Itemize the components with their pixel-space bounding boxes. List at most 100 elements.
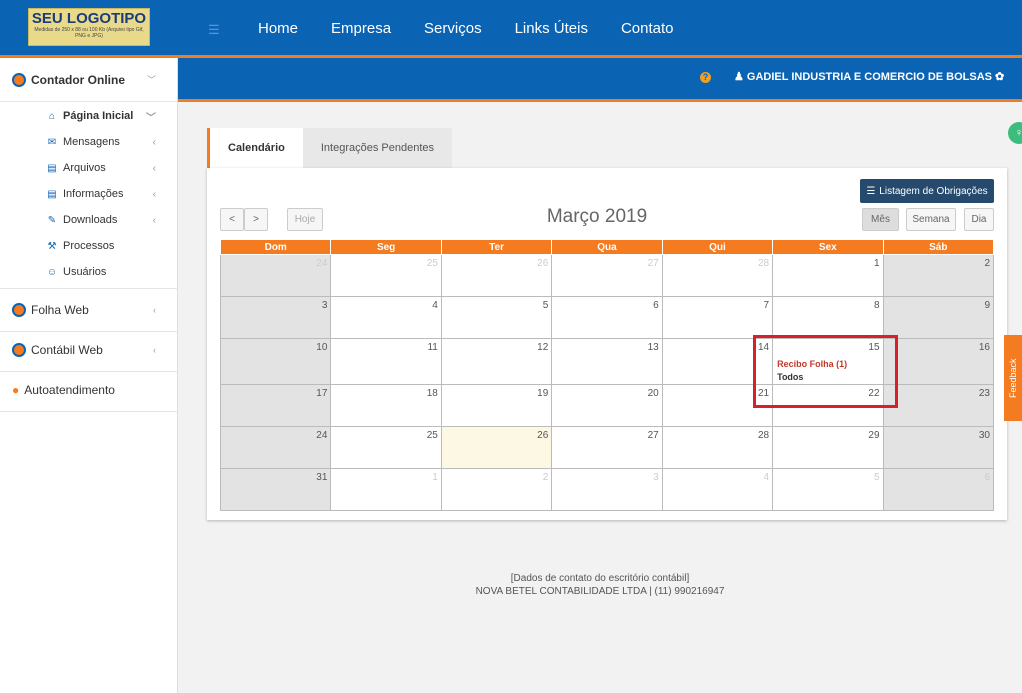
day-cell[interactable]: 30 (882, 426, 995, 469)
sidebar-item-contabil-web[interactable]: Contábil Web ‹ (0, 328, 178, 372)
day-cell[interactable]: 10 (219, 338, 332, 385)
user-menu[interactable]: ♟ GADIEL INDUSTRIA E COMERCIO DE BOLSAS … (734, 70, 1004, 83)
chevron-left-icon: ‹ (153, 344, 156, 355)
logo[interactable]: SEU LOGOTIPO Medidas de 250 x 88 ou 100 … (0, 0, 178, 58)
sidebar-item-informacoes[interactable]: ▤ Informações ‹ (0, 181, 178, 207)
view-week-button[interactable]: Semana (906, 208, 956, 231)
highlight-box (753, 335, 898, 408)
logo-placeholder: SEU LOGOTIPO Medidas de 250 x 88 ou 100 … (28, 8, 150, 46)
day-cell[interactable]: 3 (551, 468, 663, 511)
today-cell[interactable]: 26 (440, 426, 553, 469)
day-cell[interactable]: 1 (772, 254, 884, 297)
today-button[interactable]: Hoje (287, 208, 323, 231)
day-cell[interactable]: 18 (330, 384, 442, 427)
top-nav: Home Empresa Serviços Links Úteis Contat… (258, 20, 673, 37)
file-icon: ▤ (47, 162, 57, 174)
day-cell[interactable]: 13 (551, 338, 663, 385)
day-cell[interactable]: 2 (882, 254, 995, 297)
day-cell[interactable]: 28 (661, 426, 774, 469)
day-cell[interactable]: 12 (440, 338, 553, 385)
day-cell[interactable]: 1 (330, 468, 442, 511)
week-row: 24 25 26 27 28 29 30 (219, 426, 995, 469)
weekday-header-row: Dom Seg Ter Qua Qui Sex Sáb (219, 239, 995, 255)
sidebar-item-usuarios[interactable]: ☺ Usuários (0, 259, 178, 285)
sidebar-item-processos[interactable]: ⚒ Processos (0, 233, 178, 259)
feedback-button[interactable]: Feedback (1004, 335, 1022, 421)
day-cell[interactable]: 23 (882, 384, 995, 427)
sidebar-item-label: Página Inicial (63, 110, 134, 122)
footer-contact-label: [Dados de contato do escritório contábil… (510, 573, 690, 584)
next-month-button[interactable]: > (244, 208, 268, 231)
folha-logo-icon (12, 303, 26, 317)
day-cell[interactable]: 2 (440, 468, 553, 511)
day-cell[interactable]: 26 (440, 254, 553, 297)
day-cell[interactable]: 25 (330, 426, 442, 469)
day-cell[interactable]: 24 (219, 426, 332, 469)
week-row: 3 4 5 6 7 8 9 (219, 296, 995, 339)
day-cell[interactable]: 19 (440, 384, 553, 427)
day-cell[interactable]: 6 (882, 468, 995, 511)
user-name: GADIEL INDUSTRIA E COMERCIO DE BOLSAS (746, 71, 992, 83)
home-icon: ⌂ (48, 110, 56, 122)
nav-links-uteis[interactable]: Links Úteis (515, 20, 588, 37)
sidebar-item-label: Contador Online (31, 72, 125, 87)
day-cell[interactable]: 4 (661, 468, 774, 511)
day-cell[interactable]: 5 (772, 468, 884, 511)
sidebar-item-label: Usuários (63, 266, 107, 278)
tab-calendario[interactable]: Calendário (207, 128, 303, 168)
day-cell[interactable]: 27 (551, 426, 663, 469)
day-cell[interactable]: 11 (330, 338, 442, 385)
user-icon: ♟ (734, 71, 747, 83)
sidebar-item-label: Contábil Web (31, 342, 103, 357)
sidebar-item-downloads[interactable]: ✎ Downloads ‹ (0, 207, 178, 233)
day-cell[interactable]: 24 (219, 254, 332, 297)
sidebar-item-label: Folha Web (31, 303, 89, 317)
tab-integracoes-pendentes[interactable]: Integrações Pendentes (302, 128, 452, 168)
sidebar-item-folha-web[interactable]: Folha Web ‹ (0, 288, 178, 332)
sidebar-item-mensagens[interactable]: ✉ Mensagens ‹ (0, 129, 178, 155)
day-cell[interactable]: 16 (882, 338, 995, 385)
list-obligations-button[interactable]: ☰ Listagem de Obrigações (860, 179, 994, 203)
nav-empresa[interactable]: Empresa (331, 20, 391, 37)
tab-bar: Calendário Integrações Pendentes (207, 128, 452, 168)
question-circle-icon: ● (12, 382, 20, 397)
view-month-button[interactable]: Mês (862, 208, 899, 231)
weekday-header: Sáb (882, 239, 995, 255)
nav-servicos[interactable]: Serviços (424, 20, 482, 37)
chevron-left-icon: ‹ (152, 136, 156, 148)
prev-month-button[interactable]: < (220, 208, 244, 231)
sidebar-item-autoatendimento[interactable]: ● Autoatendimento (0, 368, 178, 412)
footer-contact-info: NOVA BETEL CONTABILIDADE LTDA | (11) 990… (475, 586, 725, 597)
day-cell[interactable]: 20 (551, 384, 663, 427)
day-cell[interactable]: 7 (661, 296, 774, 339)
contador-logo-icon (12, 72, 26, 87)
day-cell[interactable]: 31 (219, 468, 332, 511)
document-icon: ▤ (47, 188, 57, 200)
sidebar-item-pagina-inicial[interactable]: ⌂ Página Inicial ﹀ (0, 103, 178, 129)
sidebar-item-contador-online[interactable]: Contador Online ﹀ (0, 58, 178, 102)
day-cell[interactable]: 27 (551, 254, 663, 297)
sidebar-item-label: Arquivos (63, 162, 106, 174)
day-cell[interactable]: 8 (772, 296, 884, 339)
help-icon[interactable]: ? (700, 72, 711, 83)
chevron-left-icon: ‹ (152, 188, 156, 200)
envelope-icon: ✉ (47, 136, 57, 148)
sidebar-item-arquivos[interactable]: ▤ Arquivos ‹ (0, 155, 178, 181)
day-cell[interactable]: 17 (219, 384, 332, 427)
footer: [Dados de contato do escritório contábil… (178, 572, 1022, 598)
day-cell[interactable]: 5 (440, 296, 553, 339)
day-cell[interactable]: 28 (661, 254, 774, 297)
day-cell[interactable]: 29 (772, 426, 884, 469)
day-cell[interactable]: 6 (551, 296, 663, 339)
nav-home[interactable]: Home (258, 20, 298, 37)
day-cell[interactable]: 9 (882, 296, 995, 339)
hamburger-menu-icon[interactable]: ☰ (208, 22, 220, 38)
nav-contato[interactable]: Contato (621, 20, 674, 37)
day-cell[interactable]: 25 (330, 254, 442, 297)
lightbulb-icon[interactable]: ♀ (1008, 122, 1022, 144)
view-day-button[interactable]: Dia (964, 208, 994, 231)
day-cell[interactable]: 3 (219, 296, 332, 339)
sidebar-item-label: Informações (63, 188, 124, 200)
day-cell[interactable]: 4 (330, 296, 442, 339)
week-row: 31 1 2 3 4 5 6 (219, 468, 995, 511)
